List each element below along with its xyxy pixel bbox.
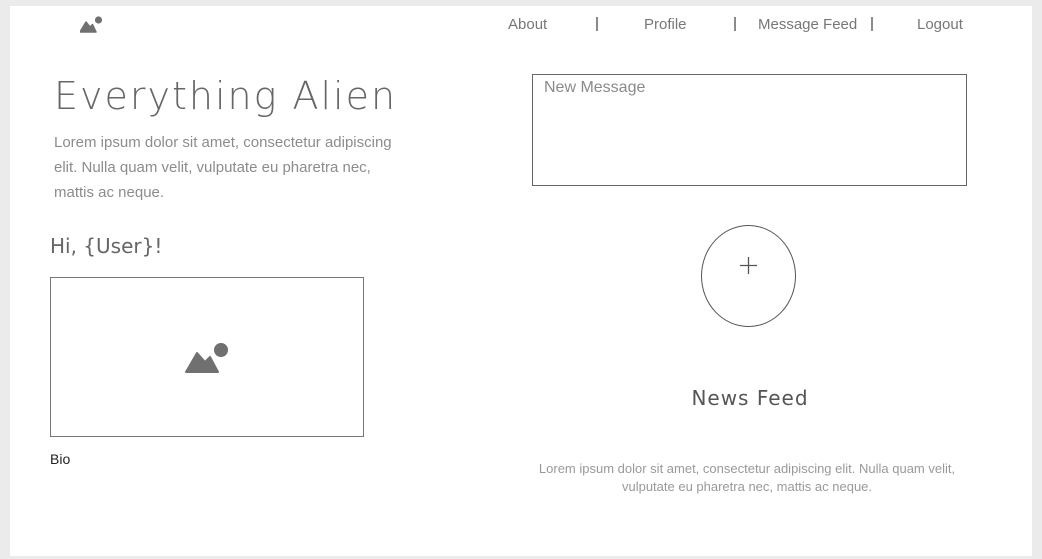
add-message-button[interactable] (701, 225, 796, 327)
nav-message-feed-link[interactable]: Message Feed (758, 16, 857, 33)
news-feed-text: Lorem ipsum dolor sit amet, consectetur … (538, 461, 956, 494)
new-message-input[interactable]: New Message (532, 74, 967, 186)
plus-icon (740, 257, 757, 274)
profile-photo-placeholder[interactable] (50, 277, 364, 437)
intro-text: Lorem ipsum dolor sit amet, consectetur … (54, 134, 392, 201)
nav-separator (871, 17, 873, 31)
nav-profile-link[interactable]: Profile (644, 16, 687, 33)
logo-image-icon[interactable] (80, 16, 104, 33)
page-title: Everything Alien (54, 74, 398, 118)
news-feed-title: News Feed (691, 386, 809, 410)
nav-about-link[interactable]: About (508, 16, 547, 33)
nav-logout-link[interactable]: Logout (917, 16, 963, 33)
new-message-placeholder: New Message (544, 79, 646, 96)
bio-label: Bio (50, 451, 71, 467)
nav-separator (734, 17, 736, 31)
image-icon (185, 343, 228, 373)
user-greeting: Hi, {User}! (50, 234, 163, 258)
nav-separator (596, 17, 598, 31)
page: About Profile Message Feed Logout Everyt… (10, 6, 1032, 556)
